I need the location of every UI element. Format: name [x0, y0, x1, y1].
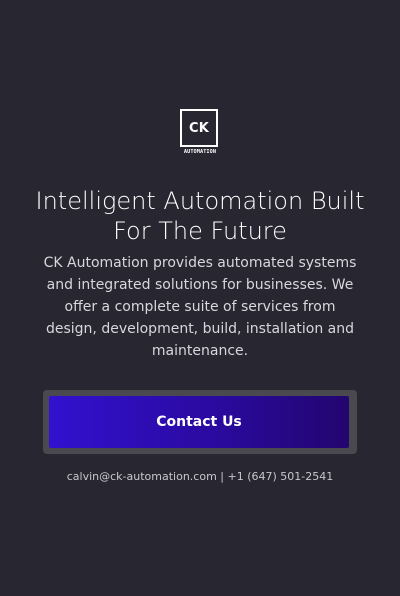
contact-us-button[interactable]: Contact Us — [49, 396, 349, 448]
email-link[interactable]: calvin@ck-automation.com — [67, 470, 217, 483]
contact-separator: | — [216, 470, 228, 483]
logo-wordmark: AUTOMATION — [183, 149, 217, 155]
landing-page: CK AUTOMATION Intelligent Automation Bui… — [0, 0, 400, 596]
phone-link[interactable]: +1 (647) 501-2541 — [228, 470, 334, 483]
logo-monogram: CK — [180, 109, 218, 147]
contact-button-frame: Contact Us — [43, 390, 357, 454]
hero-description: CK Automation provides automated systems… — [43, 255, 357, 359]
ck-automation-logo: CK AUTOMATION — [180, 109, 220, 161]
footer-contact-line: calvin@ck-automation.com | +1 (647) 501-… — [40, 469, 360, 485]
hero-title: Intelligent Automation Built For The Fut… — [35, 187, 365, 245]
